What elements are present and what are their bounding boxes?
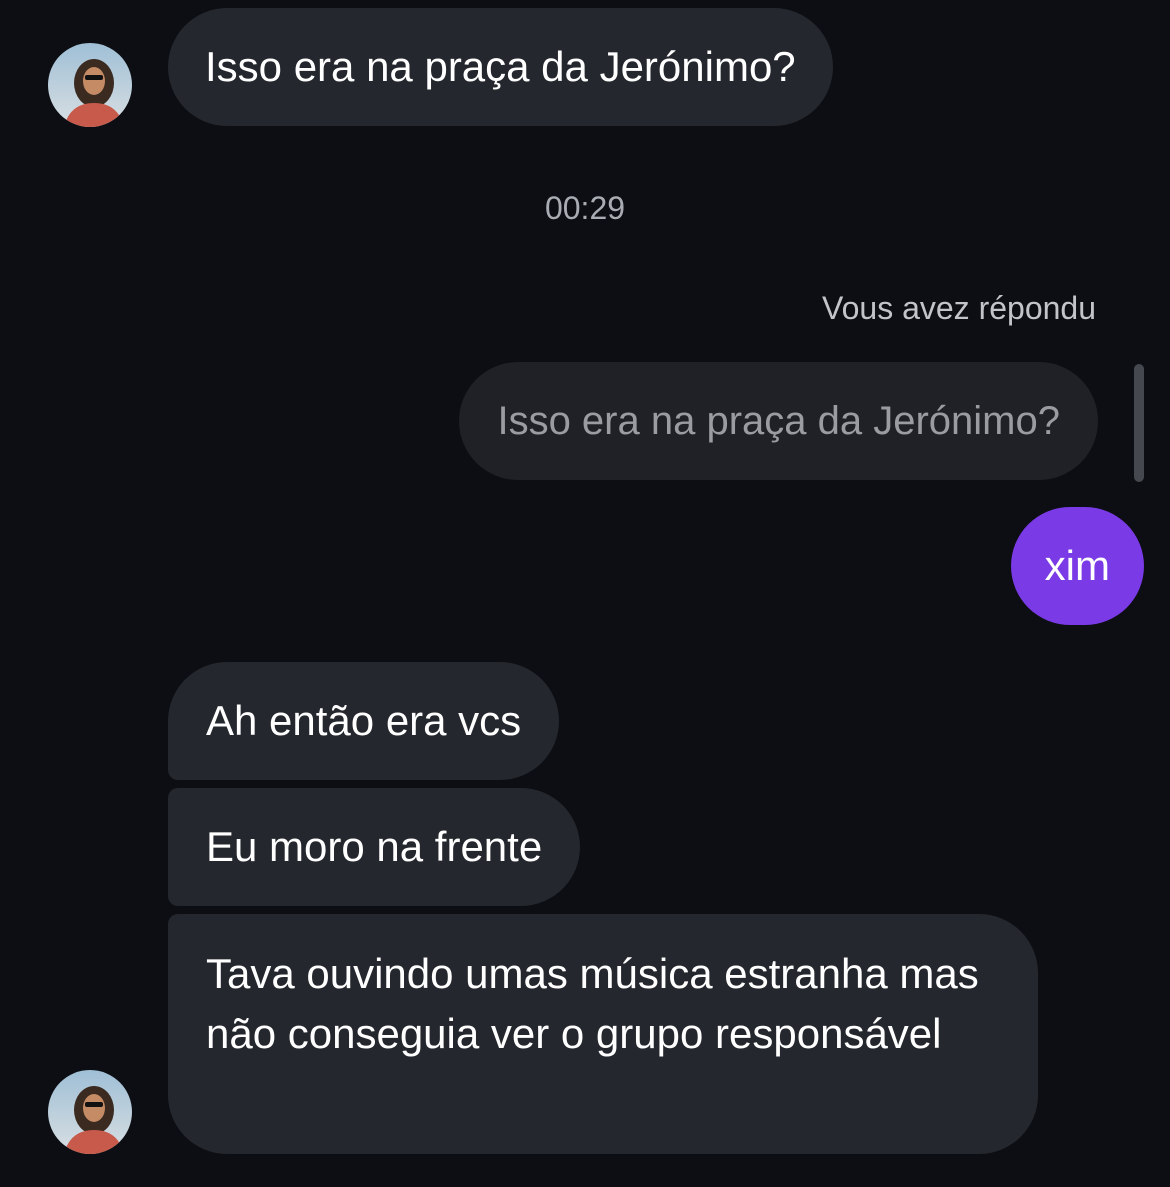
quote-indicator-bar bbox=[1134, 364, 1144, 482]
quoted-message-bubble[interactable]: Isso era na praça da Jerónimo? bbox=[459, 362, 1098, 480]
message-text: Eu moro na frente bbox=[206, 823, 543, 870]
contact-avatar[interactable] bbox=[48, 1070, 132, 1154]
avatar-photo-icon bbox=[48, 1070, 132, 1154]
incoming-message-bubble[interactable]: Ah então era vcs bbox=[168, 662, 560, 780]
avatar-photo-icon bbox=[48, 43, 132, 127]
contact-avatar[interactable] bbox=[48, 43, 132, 127]
reply-label: Vous avez répondu bbox=[822, 290, 1096, 326]
incoming-message-bubble[interactable]: Eu moro na frente bbox=[168, 788, 581, 906]
incoming-message-bubble[interactable]: Tava ouvindo umas música estranha mas nã… bbox=[168, 914, 1038, 1154]
message-timestamp: 00:29 bbox=[544, 190, 626, 226]
outgoing-message-bubble[interactable]: xim bbox=[1010, 507, 1144, 625]
incoming-message-bubble[interactable]: Isso era na praça da Jerónimo? bbox=[168, 8, 833, 126]
message-text: Ah então era vcs bbox=[206, 697, 522, 744]
message-text: Tava ouvindo umas música estranha mas nã… bbox=[206, 950, 979, 1057]
chat-thread: Isso era na praça da Jerónimo? 00:29 Vou… bbox=[0, 0, 1170, 1187]
message-text: Isso era na praça da Jerónimo? bbox=[205, 43, 796, 90]
message-text: xim bbox=[1044, 542, 1110, 589]
quoted-message-text: Isso era na praça da Jerónimo? bbox=[497, 399, 1060, 443]
